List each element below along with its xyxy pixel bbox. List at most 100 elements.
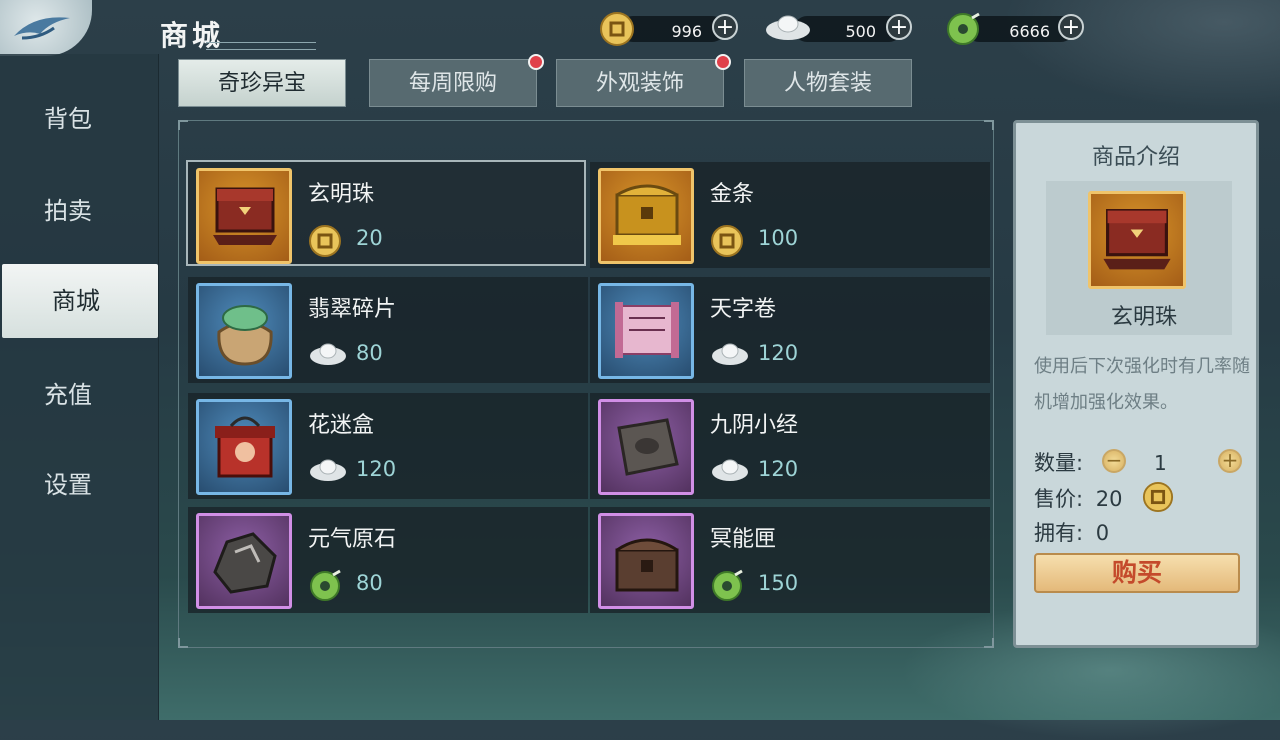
frame-corner xyxy=(178,638,188,648)
shop-item-jiuyin-xiaojing[interactable]: 九阴小经 120 xyxy=(590,393,990,499)
currency-silver-value: 500 xyxy=(845,22,876,41)
owned-value: 0 xyxy=(1095,521,1110,545)
item-frame xyxy=(598,513,694,609)
owned-row: 拥有: 0 xyxy=(1034,517,1109,547)
owned-label: 拥有: xyxy=(1034,521,1084,545)
add-copper-button[interactable]: + xyxy=(712,14,738,40)
silver-ingot-icon xyxy=(712,459,748,481)
item-price-value: 20 xyxy=(356,226,383,250)
item-name: 九阴小经 xyxy=(710,413,799,438)
item-price-value: 150 xyxy=(758,571,799,595)
item-frame xyxy=(598,399,694,495)
title-decoration xyxy=(206,42,316,50)
silver-ingot-icon xyxy=(766,15,810,40)
tab-label: 人物套装 xyxy=(783,71,872,96)
item-name: 翡翠碎片 xyxy=(308,297,397,322)
shop-item-tianzijuan[interactable]: 天字卷 120 xyxy=(590,277,990,383)
tab-label: 每周限购 xyxy=(408,71,497,96)
currency-jade-value: 6666 xyxy=(1009,22,1050,41)
buy-button[interactable]: 购买 xyxy=(1034,553,1240,593)
item-name: 元气原石 xyxy=(308,527,397,552)
sidebar: 背包 拍卖 商城 充值 设置 xyxy=(0,54,159,720)
item-price: 150 xyxy=(710,569,798,601)
item-price-value: 120 xyxy=(356,457,397,481)
bird-icon xyxy=(14,17,70,40)
silver-ingot-icon xyxy=(310,459,346,481)
tab-treasures[interactable]: 奇珍异宝 xyxy=(178,59,346,107)
silver-ingot-icon xyxy=(310,343,346,365)
tab-label: 奇珍异宝 xyxy=(217,71,306,96)
copper-coin-icon xyxy=(600,12,634,46)
copper-coin-icon xyxy=(1142,481,1174,513)
detail-item-name: 玄明珠 xyxy=(1110,305,1177,330)
tab-outfits[interactable]: 人物套装 xyxy=(744,59,912,107)
item-price-value: 120 xyxy=(758,341,799,365)
item-price-value: 120 xyxy=(758,457,799,481)
tab-appearance[interactable]: 外观装饰 xyxy=(556,54,731,107)
quantity-stepper[interactable]: 1 xyxy=(1154,451,1167,475)
item-name: 玄明珠 xyxy=(308,182,375,207)
tab-weekly-limited[interactable]: 每周限购 xyxy=(369,54,544,107)
frame-corner xyxy=(984,120,994,130)
quantity-label: 数量: xyxy=(1034,451,1084,475)
shop-item-mingnengxia[interactable]: 冥能匣 150 xyxy=(590,507,990,613)
item-price: 120 xyxy=(710,455,798,485)
item-price: 120 xyxy=(710,339,798,369)
flower-box-icon xyxy=(215,416,275,478)
shop-item-huamihe[interactable]: 花迷盒 120 xyxy=(188,393,588,499)
copper-coin-icon xyxy=(711,225,743,257)
jade-coin-icon xyxy=(947,12,980,45)
gold-chest-icon xyxy=(613,184,681,245)
sidebar-item-recharge[interactable]: 充值 xyxy=(0,358,158,432)
jade-coin-icon xyxy=(712,569,743,601)
add-silver-button[interactable]: + xyxy=(886,14,912,40)
ore-icon xyxy=(213,532,277,594)
decrease-quantity-button[interactable]: − xyxy=(1102,449,1126,473)
shop-item-feicui-suipian[interactable]: 翡翠碎片 80 xyxy=(188,277,588,383)
jade-bag-icon xyxy=(217,305,273,366)
item-name: 天字卷 xyxy=(710,297,777,322)
copper-coin-icon xyxy=(309,225,341,257)
dark-chest-icon xyxy=(615,538,679,592)
detail-description: 使用后下次强化时有几率随机增加强化效果。 xyxy=(1034,356,1250,413)
sidebar-item-shop[interactable]: 商城 xyxy=(2,264,158,338)
item-name: 花迷盒 xyxy=(308,413,375,438)
notification-dot xyxy=(715,54,731,70)
notification-dot xyxy=(528,54,544,70)
item-price-value: 80 xyxy=(356,341,383,365)
currency-jade: 6666 + xyxy=(946,12,1091,45)
currency-copper: 996 + xyxy=(600,12,745,46)
item-name: 冥能匣 xyxy=(710,527,777,552)
sidebar-item-auction[interactable]: 拍卖 xyxy=(0,174,158,248)
detail-title: 商品介绍 xyxy=(1091,145,1180,170)
item-frame xyxy=(196,283,292,379)
red-chest-icon xyxy=(213,187,277,245)
price-row: 售价: 20 xyxy=(1034,483,1123,513)
currency-copper-value: 996 xyxy=(671,22,702,41)
item-price: 100 xyxy=(710,224,798,257)
shop-item-jintiao[interactable]: 金条 100 xyxy=(590,162,990,268)
shop-item-xuanmingzhu[interactable]: 玄明珠 20 xyxy=(186,160,586,266)
frame-corner xyxy=(178,120,188,130)
sidebar-item-settings[interactable]: 设置 xyxy=(0,448,158,522)
price-label: 售价: xyxy=(1034,487,1084,511)
item-price: 120 xyxy=(308,455,396,485)
item-name: 金条 xyxy=(710,182,755,207)
tab-label: 外观装饰 xyxy=(595,71,684,96)
increase-quantity-button[interactable]: + xyxy=(1218,449,1242,473)
item-frame xyxy=(598,168,694,264)
item-price: 20 xyxy=(308,224,383,257)
add-jade-button[interactable]: + xyxy=(1058,14,1084,40)
silver-ingot-icon xyxy=(712,343,748,365)
sidebar-item-backpack[interactable]: 背包 xyxy=(0,82,158,156)
price-value: 20 xyxy=(1095,487,1123,511)
item-price-value: 80 xyxy=(356,571,383,595)
stone-tablet-icon xyxy=(617,418,679,476)
quantity-row: 数量: xyxy=(1034,447,1083,477)
game-logo[interactable] xyxy=(0,0,92,56)
detail-item-frame xyxy=(1088,191,1186,289)
item-frame xyxy=(196,513,292,609)
shop-item-yuanqi-yuanshi[interactable]: 元气原石 80 xyxy=(188,507,588,613)
jade-coin-icon xyxy=(310,569,341,601)
scroll-icon xyxy=(615,302,679,358)
